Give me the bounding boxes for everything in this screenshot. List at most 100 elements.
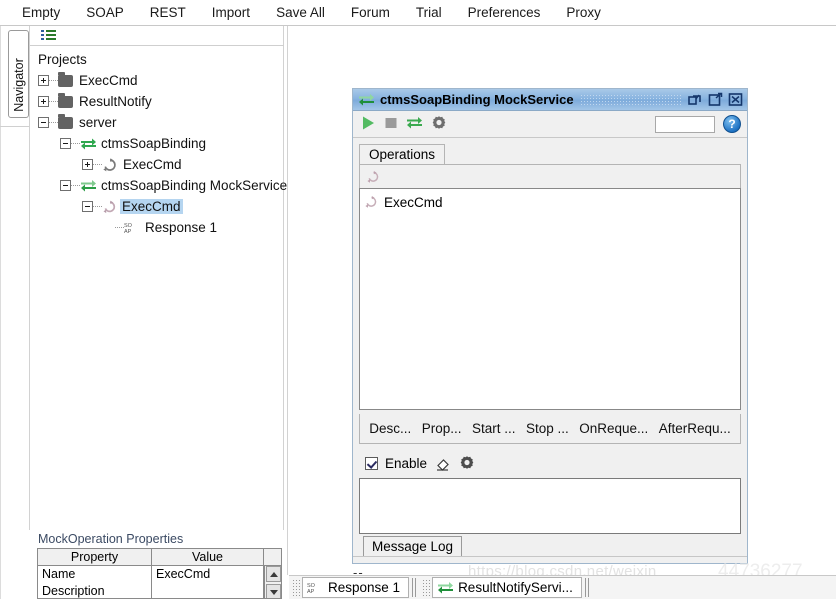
- properties-table[interactable]: Property Value Name ExecCmd Description: [37, 548, 282, 599]
- menu-import[interactable]: Import: [199, 0, 263, 25]
- expander-plus-icon[interactable]: [82, 159, 93, 170]
- refresh-operation-icon[interactable]: [366, 170, 381, 184]
- tree-row-projects[interactable]: Projects: [30, 49, 284, 70]
- tree-row-project-execcmd[interactable]: ExecCmd: [30, 70, 284, 91]
- expander-minus-icon[interactable]: [60, 180, 71, 191]
- expander-minus-icon[interactable]: [82, 201, 93, 212]
- list-item[interactable]: ExecCmd: [360, 192, 740, 212]
- bottom-tab-response-1[interactable]: SO AP Response 1: [302, 577, 410, 598]
- folder-icon: [58, 113, 73, 129]
- tab-start-script[interactable]: Start ...: [472, 421, 516, 436]
- options-gear-icon[interactable]: [459, 455, 475, 471]
- project-tree[interactable]: Projects ExecCmd ResultNotify server ctm…: [30, 46, 288, 238]
- soap-response-icon: SO AP: [307, 581, 324, 595]
- table-row[interactable]: Name ExecCmd: [38, 566, 281, 583]
- header-scroll-spacer: [264, 549, 281, 565]
- projects-panel: Projects ExecCmd ResultNotify server ctm…: [30, 26, 288, 530]
- soap-response-icon: SO AP: [124, 221, 142, 235]
- mockservice-titlebar[interactable]: ctmsSoapBinding MockService: [353, 89, 747, 111]
- menu-save-all[interactable]: Save All: [263, 0, 338, 25]
- tree-connector: [49, 121, 58, 124]
- expander-minus-icon[interactable]: [60, 138, 71, 149]
- main-vertical-divider[interactable]: [287, 26, 288, 575]
- menu-trial[interactable]: Trial: [403, 0, 455, 25]
- tree-row-mockservice[interactable]: ctmsSoapBinding MockService: [30, 175, 288, 196]
- run-icon[interactable]: [361, 115, 376, 134]
- drag-grip-icon[interactable]: [422, 579, 431, 596]
- tab-afterrequest-script[interactable]: AfterRequ...: [659, 421, 731, 436]
- scroll-up-arrow[interactable]: [265, 566, 281, 582]
- tree-row-project-resultnotify[interactable]: ResultNotify: [30, 91, 284, 112]
- scroll-down-arrow[interactable]: [265, 584, 281, 598]
- cell-property: Description: [38, 583, 152, 598]
- tree-connector: [49, 100, 58, 103]
- tab-description[interactable]: Desc...: [369, 421, 411, 436]
- stop-icon[interactable]: [384, 115, 398, 134]
- tree-label: ctmsSoapBinding MockService: [101, 178, 288, 193]
- tab-strip-divider: [584, 578, 589, 597]
- tab-strip-divider: [412, 578, 417, 597]
- properties-panel-title: MockOperation Properties: [38, 532, 184, 546]
- operations-list[interactable]: ExecCmd: [359, 188, 741, 410]
- tree-label: server: [79, 115, 117, 130]
- options-gear-icon[interactable]: [431, 115, 447, 134]
- bottom-tab-resultnotify-service[interactable]: ResultNotifyServi...: [432, 577, 582, 598]
- cell-value[interactable]: ExecCmd: [152, 566, 264, 583]
- interface-arrows-icon: [80, 137, 98, 150]
- menu-preferences[interactable]: Preferences: [455, 0, 554, 25]
- message-log-area[interactable]: [359, 478, 741, 534]
- list-view-icon[interactable]: [41, 30, 56, 41]
- tree-label: ResultNotify: [79, 94, 152, 109]
- titlebar-texture: [579, 93, 681, 106]
- tab-properties[interactable]: Prop...: [422, 421, 462, 436]
- tab-message-log[interactable]: Message Log: [363, 536, 463, 557]
- svg-text:AP: AP: [124, 229, 132, 235]
- tab-stop-script[interactable]: Stop ...: [526, 421, 569, 436]
- close-icon[interactable]: [727, 92, 744, 107]
- menu-rest[interactable]: REST: [137, 0, 199, 25]
- tree-row-operation-execcmd[interactable]: ExecCmd: [30, 154, 284, 175]
- tree-label: ExecCmd: [79, 73, 138, 88]
- drag-grip-icon[interactable]: [292, 579, 300, 596]
- mockservice-title-text: ctmsSoapBinding MockService: [380, 92, 574, 107]
- clear-eraser-icon[interactable]: [435, 456, 451, 471]
- restore-icon[interactable]: [687, 92, 704, 107]
- tree-label: Response 1: [145, 220, 218, 235]
- navigator-tab[interactable]: Navigator: [8, 30, 29, 118]
- tree-row-response-1[interactable]: SO AP Response 1: [30, 217, 284, 238]
- projects-left-border: [29, 26, 30, 530]
- folder-icon: [58, 71, 73, 87]
- maximize-icon[interactable]: [707, 92, 724, 107]
- folder-icon: [58, 92, 73, 108]
- tab-operations[interactable]: Operations: [359, 144, 446, 165]
- projects-toolbar: [30, 26, 284, 46]
- enable-checkbox[interactable]: [365, 456, 378, 470]
- properties-scrollbar[interactable]: [264, 566, 281, 598]
- tree-row-project-server[interactable]: server: [30, 112, 284, 133]
- interface-arrows-icon[interactable]: [406, 115, 423, 133]
- toolbar-text-input[interactable]: [655, 116, 715, 133]
- expander-plus-icon[interactable]: [38, 96, 49, 107]
- help-icon[interactable]: ?: [723, 115, 741, 133]
- expander-plus-icon[interactable]: [38, 75, 49, 86]
- menu-proxy[interactable]: Proxy: [553, 0, 614, 25]
- tab-onrequest-script[interactable]: OnReque...: [579, 421, 648, 436]
- expander-minus-icon[interactable]: [38, 117, 49, 128]
- menu-soap[interactable]: SOAP: [73, 0, 137, 25]
- mockoperation-icon: [364, 195, 379, 209]
- tree-label: Projects: [38, 52, 87, 67]
- operation-refresh-icon: [102, 157, 120, 172]
- column-header-value: Value: [152, 549, 264, 565]
- tree-connector: [71, 184, 80, 187]
- cell-value[interactable]: [152, 583, 264, 598]
- mockservice-separator: [353, 556, 747, 557]
- mockservice-arrows-icon: [80, 179, 98, 192]
- menu-empty[interactable]: Empty: [0, 0, 73, 25]
- table-row[interactable]: Description: [38, 583, 281, 598]
- tree-connector: [93, 205, 102, 208]
- tree-row-mockoperation-execcmd[interactable]: ExecCmd: [30, 196, 284, 217]
- enable-label: Enable: [385, 455, 428, 471]
- tree-row-interface-ctmssoapbinding[interactable]: ctmsSoapBinding: [30, 133, 284, 154]
- mockservice-toolbar: ?: [353, 111, 747, 138]
- menu-forum[interactable]: Forum: [338, 0, 403, 25]
